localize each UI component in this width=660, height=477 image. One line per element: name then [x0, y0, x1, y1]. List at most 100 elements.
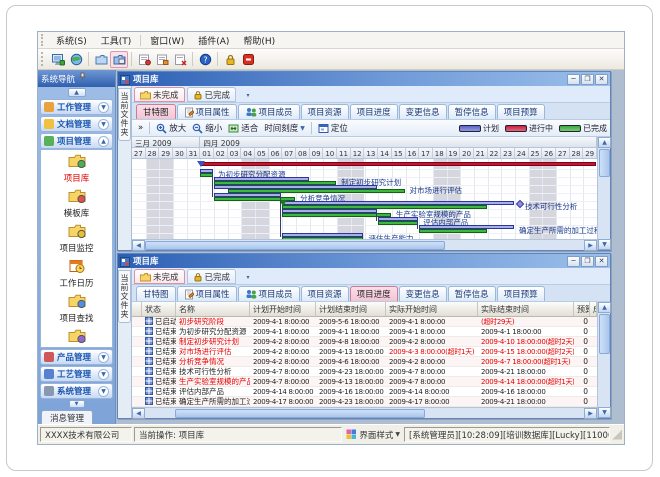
tab-项目资源[interactable]: 项目资源	[301, 286, 349, 301]
tab-项目资源[interactable]: 项目资源	[301, 104, 349, 119]
gantt-vscrollbar[interactable]: ▲ ▼	[597, 137, 610, 250]
tab-项目预算[interactable]: 项目预算	[497, 286, 545, 301]
folder-open-icon[interactable]	[92, 51, 110, 68]
folder-tab-overflow-button[interactable]: ▾	[242, 90, 254, 102]
column-header-状态[interactable]: 状态	[142, 302, 176, 316]
gantt-tool-放大[interactable]: 放大	[156, 122, 186, 134]
chevron-down-icon[interactable]: ▼	[98, 102, 109, 113]
chevron-up-icon[interactable]: ▲	[98, 136, 109, 147]
minimize-button[interactable]: ─	[567, 256, 580, 267]
sidebar-group-产品管理[interactable]: 产品管理▼	[40, 349, 113, 365]
mail-del-icon[interactable]	[171, 51, 189, 68]
toolbar-grip[interactable]	[41, 52, 46, 66]
lock-icon[interactable]	[221, 51, 239, 68]
table-row[interactable]: 已结束生产实验室规模的产品2009-4-7 8:00:002009-4-13 1…	[132, 377, 597, 387]
table-row[interactable]: 已结束制定初步研究计划2009-4-2 8:00:002009-4-8 18:0…	[132, 337, 597, 347]
progress-window-titlebar[interactable]: 项目库 ─ ❐ ✕	[118, 254, 610, 268]
chevron-down-icon[interactable]: ▼	[98, 119, 109, 130]
sidebar-item-任务查找[interactable]: 任务查找	[41, 328, 112, 348]
column-header-预算[interactable]: 预算	[574, 302, 590, 316]
folder-tab-overflow-button[interactable]: ▾	[242, 272, 254, 284]
column-header-实际开始时间[interactable]: 实际开始时间	[386, 302, 478, 316]
close-button[interactable]: ✕	[595, 74, 608, 85]
tab-项目属性[interactable]: 项目属性	[177, 286, 237, 301]
scroll-up-icon[interactable]: ▲	[598, 137, 611, 148]
vscroll-thumb[interactable]	[599, 314, 610, 354]
toolbar-overflow-chevron[interactable]: »	[138, 123, 143, 133]
table-row[interactable]: 已结束确定生产所需的加工过程2009-4-17 8:00:002009-4-23…	[132, 397, 597, 407]
folder-tab-未完成[interactable]: 未完成	[134, 269, 185, 284]
folder-tab-未完成[interactable]: 未完成	[134, 87, 185, 102]
close-button[interactable]: ✕	[595, 256, 608, 267]
table-row[interactable]: 已结束技术可行性分析2009-4-7 8:00:002009-4-23 18:0…	[132, 367, 597, 377]
column-header-实际结束时间[interactable]: 实际结束时间	[478, 302, 574, 316]
tab-项目进度[interactable]: 项目进度	[350, 104, 398, 119]
column-header-计划开始时间[interactable]: 计划开始时间	[250, 302, 316, 316]
sidebar-item-项目监控[interactable]: 项目监控	[41, 223, 112, 254]
gantt-tool-时间刻度[interactable]: 时间刻度▼	[264, 122, 305, 134]
scroll-down-icon[interactable]: ▼	[598, 239, 611, 250]
sidebar-group-工作管理[interactable]: 工作管理▼	[40, 99, 113, 115]
tab-变更信息[interactable]: 变更信息	[399, 104, 447, 119]
menu-item-1[interactable]: 系统(S)	[49, 33, 94, 48]
table-row[interactable]: 已结束评估内部产品2009-4-14 8:00:002009-4-16 18:0…	[132, 387, 597, 397]
scroll-left-icon[interactable]: ◀	[132, 408, 145, 419]
column-header-名称[interactable]: 名称	[176, 302, 250, 316]
help-icon[interactable]: ?	[196, 51, 214, 68]
exit-icon[interactable]	[239, 51, 257, 68]
table-row[interactable]: 已结束为初步研究分配资源2009-4-1 8:00:002009-4-1 18:…	[132, 327, 597, 337]
chevron-down-icon[interactable]: ▼	[98, 352, 109, 363]
sidebar-group-工艺管理[interactable]: 工艺管理▼	[40, 366, 113, 382]
sidebar-item-工作日历[interactable]: 工作日历	[41, 258, 112, 289]
vscroll-thumb[interactable]	[599, 149, 610, 177]
table-vscrollbar[interactable]: ▲ ▼	[597, 302, 610, 418]
restore-button[interactable]: ❐	[581, 256, 594, 267]
chevron-down-icon[interactable]: ▼	[98, 386, 109, 397]
scroll-right-icon[interactable]: ▶	[584, 240, 597, 251]
current-folder-side-tab[interactable]: 当前文件夹	[118, 270, 131, 323]
menu-item-4[interactable]: 插件(A)	[191, 33, 236, 48]
tab-项目属性[interactable]: 项目属性	[177, 104, 237, 119]
scroll-left-icon[interactable]: ◀	[132, 240, 145, 251]
tab-甘特图[interactable]: 甘特图	[136, 104, 176, 119]
gantt-window-titlebar[interactable]: 项目库 ─ ❐ ✕	[118, 72, 610, 86]
ui-style-selector[interactable]: 界面样式 ▼	[346, 429, 400, 441]
tab-项目成员[interactable]: 项目成员	[238, 104, 300, 119]
tab-暂停信息[interactable]: 暂停信息	[448, 286, 496, 301]
menu-item-3[interactable]: 窗口(W)	[143, 33, 191, 48]
current-folder-side-tab[interactable]: 当前文件夹	[118, 88, 131, 141]
sidebar-overflow-button[interactable]: ▼	[69, 400, 85, 408]
menu-item-2[interactable]: 工具(T)	[94, 33, 139, 48]
gantt-tool-定位[interactable]: 定位	[318, 122, 348, 134]
column-header-成[interactable]: 成	[590, 302, 597, 316]
sidebar-item-模板库[interactable]: 模板库	[41, 188, 112, 219]
minimize-button[interactable]: ─	[567, 74, 580, 85]
scroll-right-icon[interactable]: ▶	[584, 408, 597, 419]
menu-item-5[interactable]: 帮助(H)	[236, 33, 282, 48]
hscroll-thumb[interactable]	[145, 241, 445, 250]
folder-tab-已完成[interactable]: 已完成	[187, 269, 237, 284]
tab-变更信息[interactable]: 变更信息	[399, 286, 447, 301]
restore-button[interactable]: ❐	[581, 74, 594, 85]
resize-grip[interactable]	[612, 430, 622, 440]
mail-check-icon[interactable]	[153, 51, 171, 68]
message-manager-tab[interactable]: 消息管理	[41, 410, 93, 424]
table-row[interactable]: 已结束对市场进行评估2009-4-2 8:00:002009-4-13 18:0…	[132, 347, 597, 357]
sidebar-item-项目查找[interactable]: 项目查找	[41, 293, 112, 324]
gantt-hscrollbar[interactable]: ◀ ▶	[132, 239, 597, 250]
folder-save-icon[interactable]	[110, 51, 128, 68]
tab-暂停信息[interactable]: 暂停信息	[448, 104, 496, 119]
gantt-tool-适合[interactable]: 适合	[228, 122, 258, 134]
folder-tab-已完成[interactable]: 已完成	[187, 87, 237, 102]
scroll-up-icon[interactable]: ▲	[598, 302, 611, 313]
table-row[interactable]: 已结束分析竞争情况2009-4-2 8:00:002009-4-6 18:00:…	[132, 357, 597, 367]
gantt-tool-缩小[interactable]: 缩小	[192, 122, 222, 134]
tab-项目成员[interactable]: 项目成员	[238, 286, 300, 301]
tab-甘特图[interactable]: 甘特图	[136, 286, 176, 301]
scroll-down-icon[interactable]: ▼	[598, 407, 611, 418]
sidebar-scroll-up-button[interactable]: ▲	[68, 88, 86, 97]
tab-项目预算[interactable]: 项目预算	[497, 104, 545, 119]
tab-项目进度[interactable]: 项目进度	[350, 286, 398, 301]
sidebar-item-项目库[interactable]: 项目库	[41, 153, 112, 184]
monitor-icon[interactable]	[49, 51, 67, 68]
